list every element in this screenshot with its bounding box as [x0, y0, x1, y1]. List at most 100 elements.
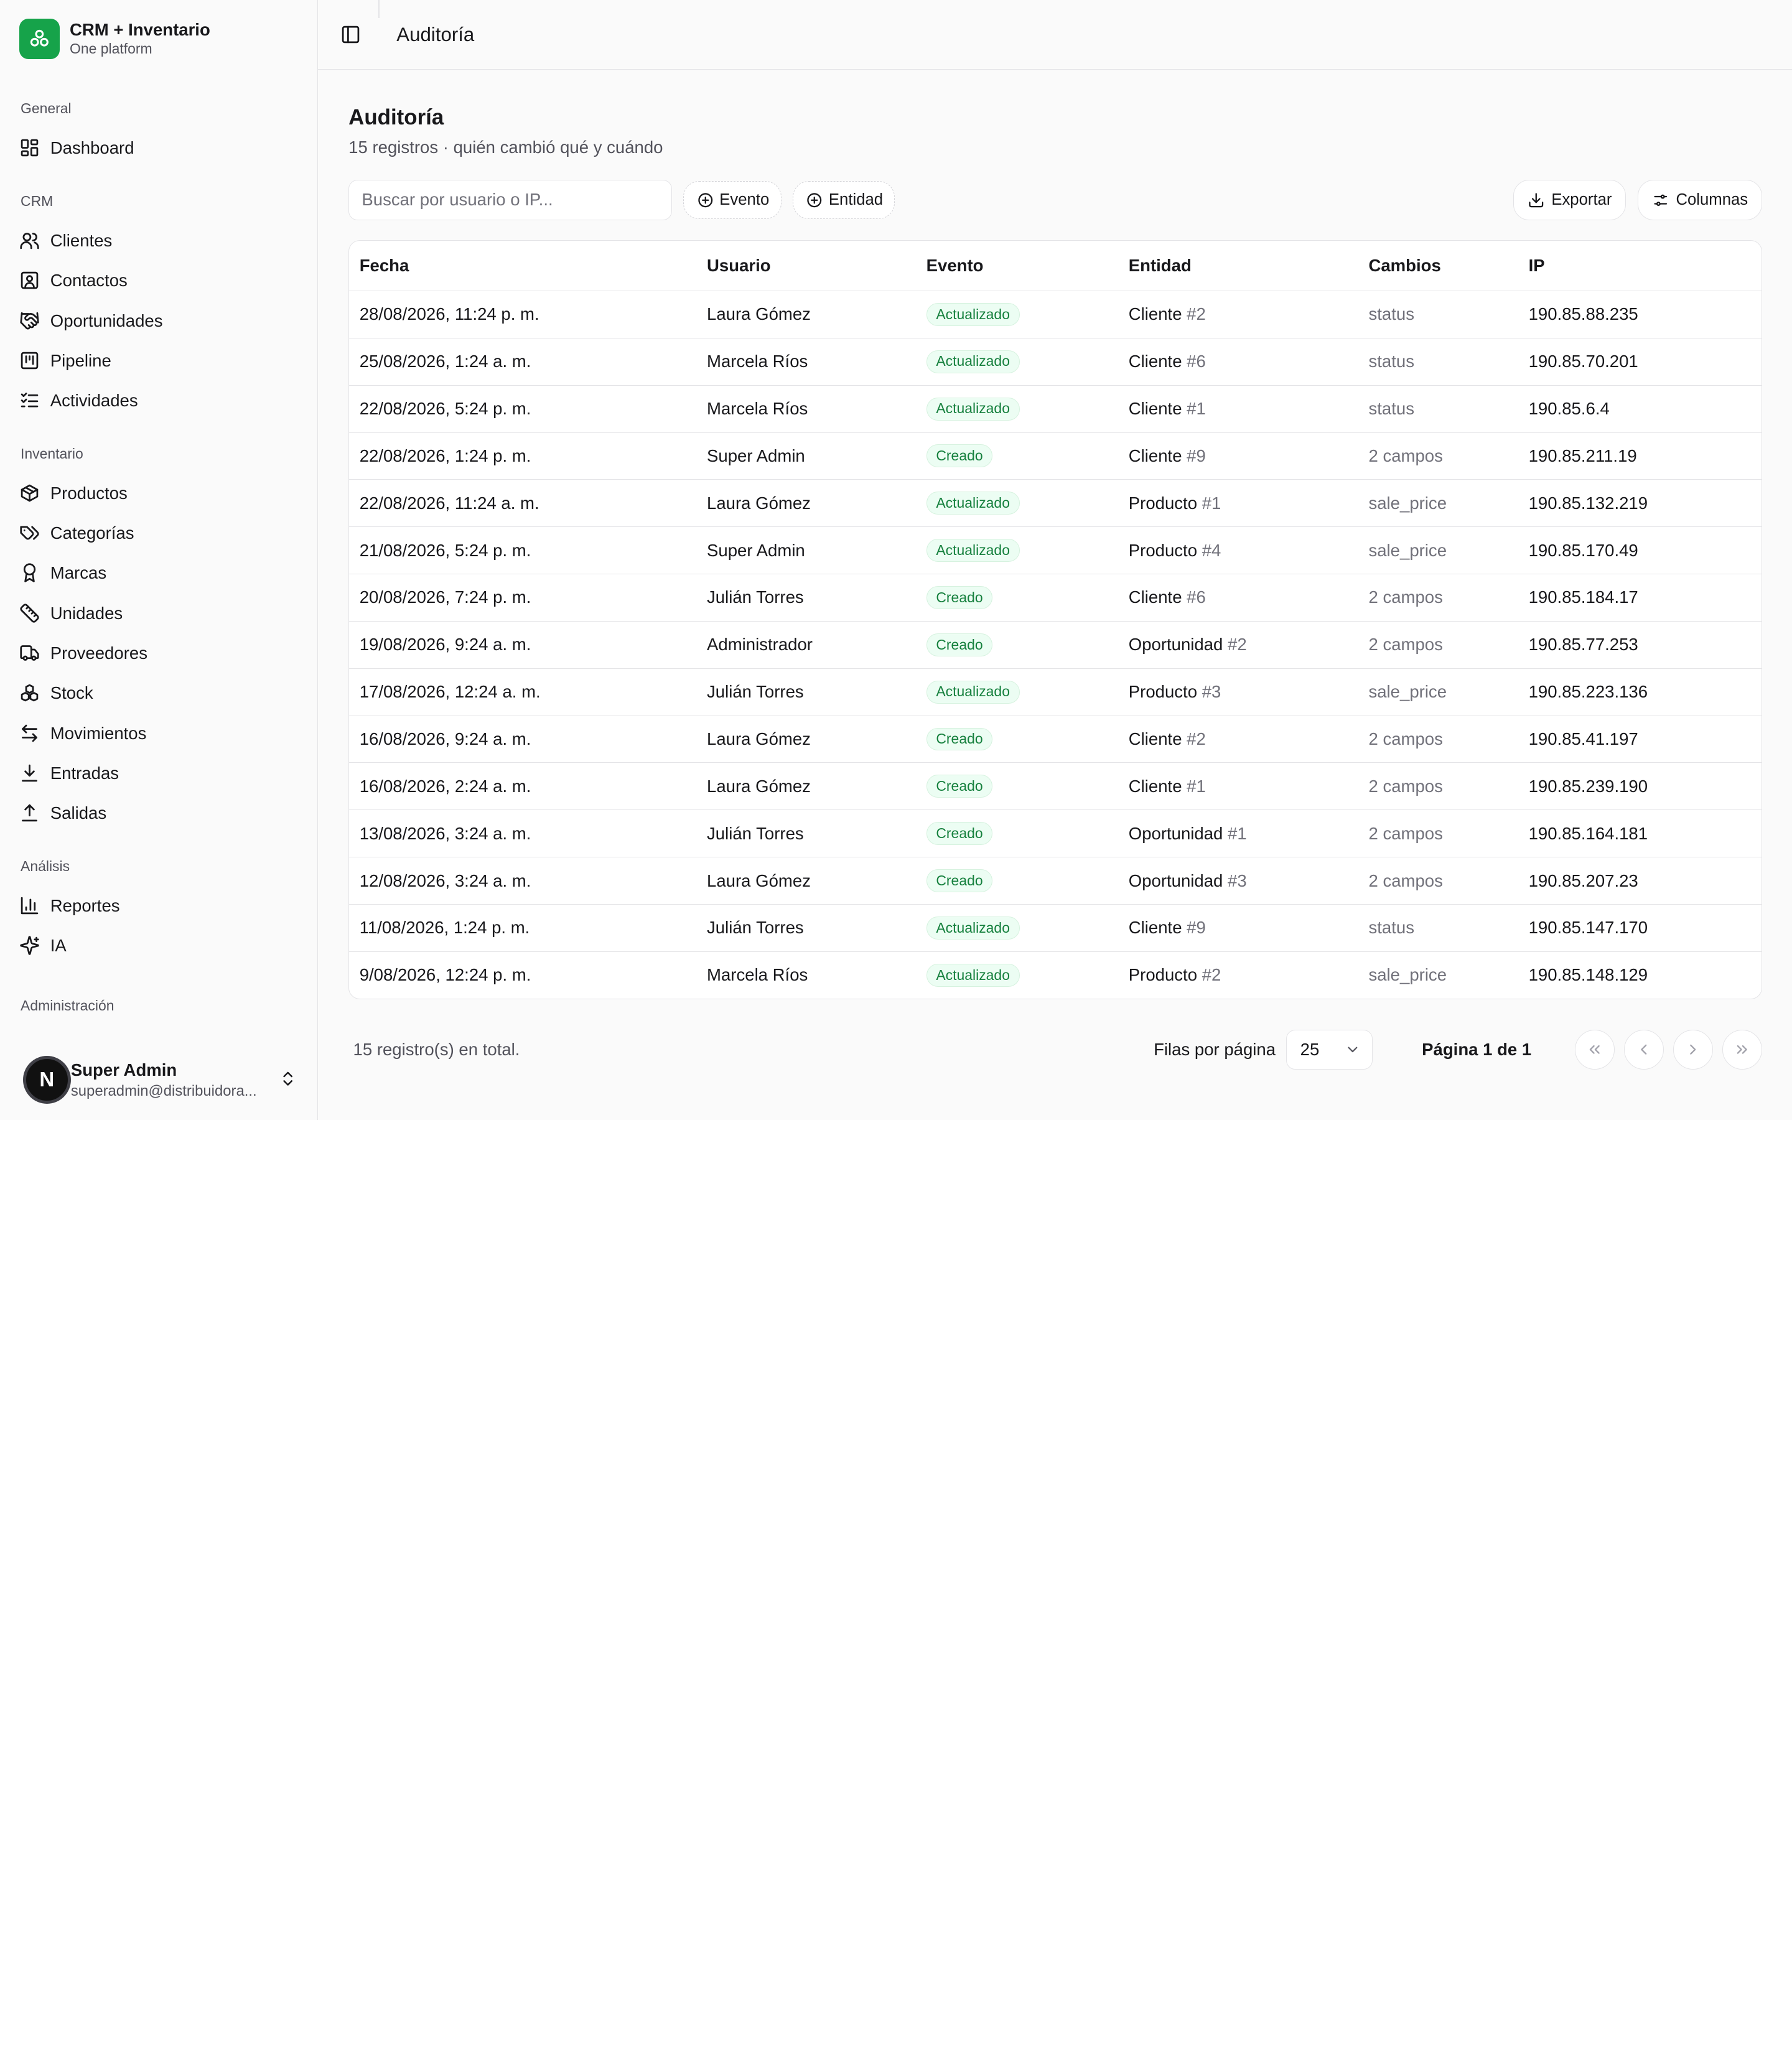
table-row[interactable]: 17/08/2026, 12:24 a. m. Julián Torres Ac…: [349, 668, 1762, 716]
sidebar-item-label: Unidades: [50, 603, 123, 623]
brand-logo-icon: [19, 19, 60, 59]
sidebar-item-salidas[interactable]: Salidas: [0, 793, 317, 833]
brand-subtitle: One platform: [70, 40, 152, 57]
entity-id: #9: [1187, 445, 1206, 465]
table-row[interactable]: 22/08/2026, 1:24 p. m. Super Admin Cread…: [349, 432, 1762, 480]
arrows-left-right-icon: [22, 724, 38, 742]
sidebar-item-label: IA: [50, 936, 67, 956]
column-header-date[interactable]: Fecha: [349, 240, 697, 291]
table-row[interactable]: 16/08/2026, 9:24 a. m. Laura Gómez Cread…: [349, 716, 1762, 763]
search-input[interactable]: [348, 180, 672, 220]
sidebar-item-dashboard[interactable]: Dashboard: [0, 128, 317, 168]
cell-entity: Producto #2: [1118, 951, 1358, 999]
column-header-changes[interactable]: Cambios: [1358, 240, 1519, 291]
sidebar-section-label: Administración: [21, 997, 114, 1014]
next-page-button[interactable]: [1673, 1029, 1714, 1070]
sidebar-item-actividades[interactable]: Actividades: [0, 381, 317, 421]
table-row[interactable]: 25/08/2026, 1:24 a. m. Marcela Ríos Actu…: [349, 338, 1762, 386]
column-header-event[interactable]: Evento: [916, 240, 1119, 291]
sidebar-item-pipeline[interactable]: Pipeline: [0, 340, 317, 380]
sidebar-item-proveedores[interactable]: Proveedores: [0, 633, 317, 673]
cell-event: Creado: [916, 716, 1119, 763]
entity-type: Cliente: [1128, 399, 1182, 419]
columns-button[interactable]: Columnas: [1637, 180, 1763, 220]
cell-changes: sale_price: [1358, 526, 1519, 575]
table-row[interactable]: 13/08/2026, 3:24 a. m. Julián Torres Cre…: [349, 809, 1762, 858]
cell-date: 22/08/2026, 1:24 p. m.: [349, 432, 697, 480]
column-header-user[interactable]: Usuario: [696, 240, 917, 291]
cell-changes: sale_price: [1358, 479, 1519, 528]
sidebar-toggle-icon[interactable]: [340, 24, 361, 45]
filter-event-button[interactable]: Evento: [683, 181, 782, 219]
sidebar-item-oportunidades[interactable]: Oportunidades: [0, 301, 317, 340]
prev-page-button[interactable]: [1623, 1029, 1664, 1070]
export-button[interactable]: Exportar: [1513, 180, 1626, 220]
cell-entity: Cliente #9: [1118, 904, 1358, 952]
sidebar-item-label: Stock: [50, 683, 93, 703]
cell-date: 9/08/2026, 12:24 p. m.: [359, 965, 531, 985]
cell-ip: 190.85.70.201: [1518, 338, 1762, 386]
event-badge: Creado: [926, 775, 993, 798]
cell-ip: 190.85.77.253: [1518, 621, 1762, 669]
cell-ip: 190.85.223.136: [1518, 668, 1762, 716]
sidebar-item-categorias[interactable]: Categorías: [0, 513, 317, 553]
cell-ip: 190.85.147.170: [1518, 904, 1762, 952]
entity-id: #2: [1187, 304, 1206, 324]
cell-entity: Producto #4: [1118, 526, 1358, 575]
sidebar-item-stock[interactable]: Stock: [0, 673, 317, 713]
filter-entity-button[interactable]: Entidad: [792, 181, 895, 219]
event-badge: Actualizado: [926, 302, 1020, 326]
sidebar-item-clientes[interactable]: Clientes: [0, 220, 317, 260]
table-row[interactable]: 28/08/2026, 11:24 p. m. Laura Gómez Actu…: [349, 291, 1762, 338]
table-row[interactable]: 20/08/2026, 7:24 p. m. Julián Torres Cre…: [349, 574, 1762, 622]
entity-type: Cliente: [1128, 776, 1182, 796]
column-header-entity[interactable]: Entidad: [1118, 240, 1358, 291]
export-label: Exportar: [1551, 190, 1612, 208]
checklist-icon: [21, 393, 39, 408]
cell-changes: 2 campos: [1358, 809, 1519, 858]
table-row[interactable]: 9/08/2026, 12:24 p. m. Marcela Ríos Actu…: [349, 951, 1762, 999]
table-row[interactable]: 22/08/2026, 11:24 a. m. Laura Gómez Actu…: [349, 479, 1762, 528]
rows-per-page-select[interactable]: 25: [1286, 1029, 1373, 1070]
last-page-button[interactable]: [1722, 1029, 1763, 1070]
sidebar-item-reportes[interactable]: Reportes: [0, 885, 317, 925]
sidebar-item-marcas[interactable]: Marcas: [0, 553, 317, 593]
cell-date: 17/08/2026, 12:24 a. m.: [349, 668, 697, 716]
sidebar-item-contactos[interactable]: Contactos: [0, 261, 317, 301]
sidebar-item-label: Contactos: [50, 271, 128, 291]
user-menu[interactable]: N Super Admin superadmin@distribuidora..…: [0, 1040, 318, 1120]
sidebar-item-unidades[interactable]: Unidades: [0, 593, 317, 633]
sidebar-item-label: Movimientos: [50, 723, 147, 743]
cell-event: Creado: [916, 809, 1119, 858]
table-row[interactable]: 21/08/2026, 5:24 p. m. Super Admin Actua…: [349, 526, 1762, 575]
event-badge: Creado: [926, 444, 993, 468]
sidebar-item-movimientos[interactable]: Movimientos: [0, 713, 317, 753]
table-row[interactable]: 16/08/2026, 2:24 a. m. Laura Gómez Cread…: [349, 762, 1762, 811]
entity-id: #2: [1202, 965, 1221, 985]
sidebar-item-entradas[interactable]: Entradas: [0, 753, 317, 793]
entity-id: #1: [1187, 399, 1206, 419]
cell-entity: Oportunidad #2: [1118, 621, 1358, 669]
table-row[interactable]: 11/08/2026, 1:24 p. m. Julián Torres Act…: [349, 904, 1762, 952]
entity-id: #3: [1202, 682, 1221, 702]
table-row[interactable]: 19/08/2026, 9:24 a. m. Administrador Cre…: [349, 621, 1762, 669]
first-page-button[interactable]: [1575, 1029, 1615, 1070]
chevron-left-icon: [1641, 1044, 1647, 1055]
cell-user: Julián Torres: [696, 904, 917, 952]
plus-circle-icon: [807, 192, 822, 207]
user-email: superadmin@distribuidora...: [70, 1082, 257, 1099]
brand[interactable]: CRM + Inventario One platform: [0, 0, 317, 78]
cell-date: 22/08/2026, 5:24 p. m.: [349, 385, 697, 433]
column-header-ip[interactable]: IP: [1518, 240, 1762, 291]
table-row[interactable]: 22/08/2026, 5:24 p. m. Marcela Ríos Actu…: [349, 385, 1762, 433]
sparkles-icon: [20, 936, 40, 955]
topbar-title: Auditoría: [396, 23, 475, 45]
entity-id: #2: [1187, 729, 1206, 749]
sidebar-section-label: Inventario: [21, 445, 83, 462]
entity-id: #1: [1202, 493, 1221, 513]
sidebar-item-productos[interactable]: Productos: [0, 473, 317, 513]
avatar: N: [22, 1056, 71, 1104]
sidebar-item-ia[interactable]: IA: [0, 926, 317, 966]
table-row[interactable]: 12/08/2026, 3:24 a. m. Laura Gómez Cread…: [349, 857, 1762, 905]
cell-date: 16/08/2026, 9:24 a. m.: [349, 716, 697, 763]
